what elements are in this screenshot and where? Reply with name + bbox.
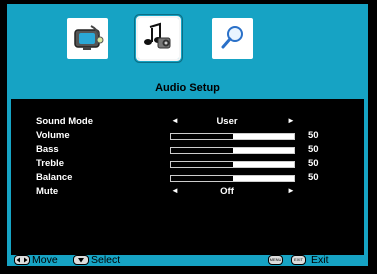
slider-fill bbox=[171, 134, 234, 139]
select-hint: Select bbox=[73, 254, 120, 266]
setting-label: Balance bbox=[36, 172, 73, 183]
audio-icon bbox=[144, 22, 171, 49]
setting-row-mute[interactable]: Mute ◄ Off ► bbox=[11, 186, 364, 198]
magnifier-icon bbox=[221, 26, 243, 49]
menu-hint: MENU bbox=[268, 254, 285, 266]
osd-panel: Audio Setup Sound Mode ◄ User ► Volume 5… bbox=[7, 4, 368, 266]
slider-fill bbox=[171, 162, 234, 167]
slider-fill bbox=[171, 148, 234, 153]
tv-osd-screen: Audio Setup Sound Mode ◄ User ► Volume 5… bbox=[0, 0, 377, 274]
setting-label: Volume bbox=[36, 130, 70, 141]
move-label: Move bbox=[32, 254, 58, 266]
tv-icon bbox=[74, 25, 104, 50]
setting-row-volume[interactable]: Volume 50 bbox=[11, 130, 364, 142]
setting-value: 50 bbox=[308, 130, 319, 141]
bass-slider[interactable] bbox=[170, 147, 295, 154]
setting-row-bass[interactable]: Bass 50 bbox=[11, 144, 364, 156]
move-hint: Move bbox=[14, 254, 58, 266]
right-arrow-icon[interactable]: ► bbox=[287, 186, 295, 195]
setting-value: 50 bbox=[308, 158, 319, 169]
setting-row-treble[interactable]: Treble 50 bbox=[11, 158, 364, 170]
tab-audio[interactable] bbox=[136, 16, 181, 61]
exit-key-icon: EXIT bbox=[291, 255, 306, 266]
menu-title: Audio Setup bbox=[155, 82, 220, 94]
exit-label: Exit bbox=[311, 254, 329, 266]
tab-picture[interactable] bbox=[67, 18, 108, 59]
menu-key-icon: MENU bbox=[268, 255, 283, 266]
balance-slider[interactable] bbox=[170, 175, 295, 182]
left-arrow-icon[interactable]: ◄ bbox=[171, 186, 179, 195]
select-label: Select bbox=[91, 254, 121, 266]
right-arrow-icon[interactable]: ► bbox=[287, 116, 295, 125]
setting-value: User bbox=[216, 116, 238, 127]
setting-label: Treble bbox=[36, 158, 64, 169]
left-arrow-icon[interactable]: ◄ bbox=[171, 116, 179, 125]
setting-label: Sound Mode bbox=[36, 116, 93, 127]
volume-slider[interactable] bbox=[170, 133, 295, 140]
slider-fill bbox=[171, 176, 234, 181]
footer-hints: Move Select MENU EXIT Exit bbox=[7, 254, 368, 266]
setting-value: 50 bbox=[308, 172, 319, 183]
setting-value: Off bbox=[220, 186, 234, 197]
exit-hint: EXIT Exit bbox=[291, 254, 329, 266]
setting-value: 50 bbox=[308, 144, 319, 155]
settings-list: Sound Mode ◄ User ► Volume 50 Bass 50 Tr… bbox=[11, 99, 364, 255]
setting-row-sound-mode[interactable]: Sound Mode ◄ User ► bbox=[11, 116, 364, 128]
setting-label: Bass bbox=[36, 144, 59, 155]
treble-slider[interactable] bbox=[170, 161, 295, 168]
down-key-icon bbox=[73, 255, 89, 266]
setting-label: Mute bbox=[36, 186, 59, 197]
setting-row-balance[interactable]: Balance 50 bbox=[11, 172, 364, 184]
tab-search[interactable] bbox=[212, 18, 253, 59]
left-right-key-icon bbox=[14, 255, 30, 266]
